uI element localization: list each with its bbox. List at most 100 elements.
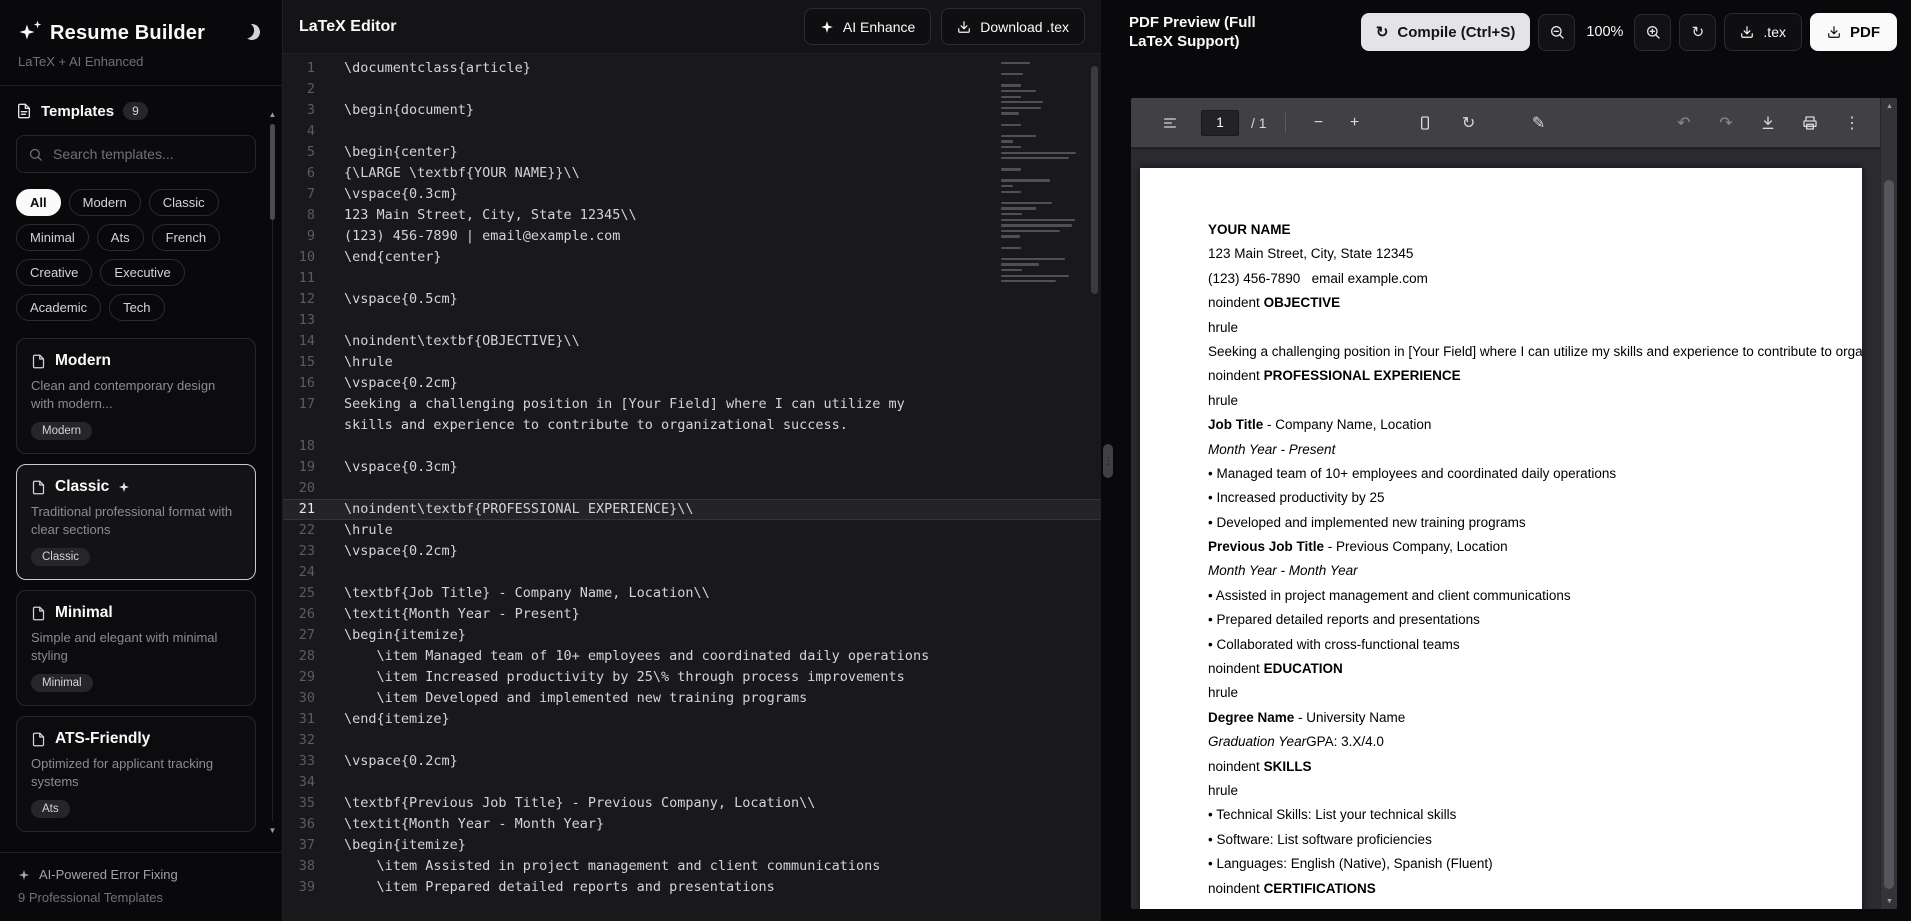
editor-row[interactable]: 38 \item Assisted in project management …: [283, 856, 1101, 877]
line-number: 9: [283, 226, 327, 247]
panel-resize-handle[interactable]: ⋮: [1103, 444, 1113, 478]
editor-row[interactable]: 28 \item Managed team of 10+ employees a…: [283, 646, 1101, 667]
line-number: 15: [283, 352, 327, 373]
viewer-zoom-in-button[interactable]: +: [1340, 108, 1370, 138]
editor-row[interactable]: 39 \item Prepared detailed reports and p…: [283, 877, 1101, 898]
scrollbar-thumb[interactable]: [1091, 66, 1098, 294]
editor-row[interactable]: 32: [283, 730, 1101, 751]
scroll-up-arrow-icon[interactable]: ▲: [1881, 103, 1897, 110]
filter-chip-tech[interactable]: Tech: [109, 294, 164, 321]
editor-row[interactable]: 12\vspace{0.5cm}: [283, 289, 1101, 310]
editor-row[interactable]: 30 \item Developed and implemented new t…: [283, 688, 1101, 709]
fit-page-icon: [1417, 115, 1433, 131]
editor-row[interactable]: 23\vspace{0.2cm}: [283, 541, 1101, 562]
filter-chip-minimal[interactable]: Minimal: [16, 224, 89, 251]
line-number: 33: [283, 751, 327, 772]
print-icon: [1802, 115, 1818, 131]
ai-enhance-button[interactable]: AI Enhance: [804, 8, 931, 45]
sidebar-toggle-button[interactable]: [1155, 108, 1185, 138]
theme-toggle-button[interactable]: [240, 20, 264, 47]
editor-row[interactable]: 33\vspace{0.2cm}: [283, 751, 1101, 772]
scrollbar-thumb[interactable]: [270, 124, 275, 220]
filter-chip-academic[interactable]: Academic: [16, 294, 101, 321]
refresh-button[interactable]: ↻: [1679, 14, 1716, 51]
page-number-input[interactable]: [1201, 110, 1239, 136]
scrollbar-thumb[interactable]: [1884, 180, 1894, 889]
rotate-button[interactable]: ↻: [1454, 108, 1484, 138]
filter-chip-ats[interactable]: Ats: [97, 224, 144, 251]
editor-row[interactable]: 1\documentclass{article}: [283, 58, 1101, 79]
editor-row[interactable]: 13: [283, 310, 1101, 331]
editor-row[interactable]: 15\hrule: [283, 352, 1101, 373]
filter-chip-all[interactable]: All: [16, 189, 61, 216]
editor-row[interactable]: 34: [283, 772, 1101, 793]
template-card-minimal[interactable]: MinimalSimple and elegant with minimal s…: [16, 590, 256, 706]
template-card-classic[interactable]: ClassicTraditional professional format w…: [16, 464, 256, 580]
magnifier-minus-icon: [1549, 24, 1565, 40]
editor-row[interactable]: skills and experience to contribute to o…: [283, 415, 1101, 436]
editor-row[interactable]: 31\end{itemize}: [283, 709, 1101, 730]
scroll-down-arrow-icon[interactable]: ▼: [266, 826, 279, 835]
scrollbar-track[interactable]: [272, 124, 273, 821]
sidebar-scrollbar[interactable]: ▲ ▼: [266, 110, 279, 835]
search-input[interactable]: [51, 145, 244, 163]
filter-chip-classic[interactable]: Classic: [149, 189, 219, 216]
editor-row[interactable]: 2: [283, 79, 1101, 100]
editor-row[interactable]: 21\noindent\textbf{PROFESSIONAL EXPERIEN…: [283, 499, 1101, 520]
editor-row[interactable]: 8123 Main Street, City, State 12345\\: [283, 205, 1101, 226]
editor-scrollbar[interactable]: [1091, 64, 1098, 911]
editor-row[interactable]: 19\vspace{0.3cm}: [283, 457, 1101, 478]
pdf-scrollbar[interactable]: ▲ ▼: [1880, 98, 1897, 909]
editor-row[interactable]: 5\begin{center}: [283, 142, 1101, 163]
pdf-line: hrule: [1208, 389, 1862, 413]
editor-row[interactable]: 35\textbf{Previous Job Title} - Previous…: [283, 793, 1101, 814]
print-button[interactable]: [1795, 108, 1825, 138]
editor-row[interactable]: 3\begin{document}: [283, 100, 1101, 121]
viewer-download-button[interactable]: [1753, 108, 1783, 138]
pdf-line: (123) 456-7890 email example.com: [1208, 267, 1862, 291]
download-tex-button[interactable]: Download .tex: [941, 8, 1085, 45]
editor-row[interactable]: 6{\LARGE \textbf{YOUR NAME}}\\: [283, 163, 1101, 184]
scroll-up-arrow-icon[interactable]: ▲: [266, 110, 279, 119]
more-options-button[interactable]: ⋮: [1837, 108, 1867, 138]
editor-row[interactable]: 14\noindent\textbf{OBJECTIVE}\\: [283, 331, 1101, 352]
editor-row[interactable]: 4: [283, 121, 1101, 142]
editor-row[interactable]: 7\vspace{0.3cm}: [283, 184, 1101, 205]
compile-button[interactable]: ↻ Compile (Ctrl+S): [1361, 13, 1531, 51]
undo-button[interactable]: ↶: [1669, 108, 1699, 138]
download-tex-file-button[interactable]: .tex: [1724, 13, 1802, 51]
redo-button[interactable]: ↷: [1711, 108, 1741, 138]
template-card-modern[interactable]: ModernClean and contemporary design with…: [16, 338, 256, 454]
editor-row[interactable]: 37\begin{itemize}: [283, 835, 1101, 856]
editor-row[interactable]: 25\textbf{Job Title} - Company Name, Loc…: [283, 583, 1101, 604]
editor-minimap[interactable]: [1001, 62, 1083, 282]
editor-row[interactable]: 27\begin{itemize}: [283, 625, 1101, 646]
fit-page-button[interactable]: [1410, 108, 1440, 138]
zoom-in-button[interactable]: [1634, 14, 1671, 51]
filter-chip-creative[interactable]: Creative: [16, 259, 92, 286]
editor-row[interactable]: 10\end{center}: [283, 247, 1101, 268]
editor-row[interactable]: 9(123) 456-7890 | email@example.com: [283, 226, 1101, 247]
code-editor[interactable]: 1\documentclass{article}23\begin{documen…: [283, 54, 1101, 921]
editor-row[interactable]: 18: [283, 436, 1101, 457]
line-number: 5: [283, 142, 327, 163]
filter-chip-modern[interactable]: Modern: [69, 189, 141, 216]
editor-row[interactable]: 11: [283, 268, 1101, 289]
filter-chip-executive[interactable]: Executive: [100, 259, 184, 286]
pdf-page-area[interactable]: YOUR NAME123 Main Street, City, State 12…: [1131, 148, 1897, 909]
zoom-out-button[interactable]: [1538, 14, 1575, 51]
draw-annotation-button[interactable]: ✎: [1524, 108, 1554, 138]
editor-row[interactable]: 16\vspace{0.2cm}: [283, 373, 1101, 394]
editor-row[interactable]: 36\textit{Month Year - Month Year}: [283, 814, 1101, 835]
viewer-zoom-out-button[interactable]: −: [1304, 108, 1334, 138]
scroll-down-arrow-icon[interactable]: ▼: [1881, 898, 1897, 905]
editor-row[interactable]: 26\textit{Month Year - Present}: [283, 604, 1101, 625]
editor-row[interactable]: 24: [283, 562, 1101, 583]
editor-row[interactable]: 20: [283, 478, 1101, 499]
download-pdf-button[interactable]: PDF: [1810, 13, 1897, 51]
editor-row[interactable]: 29 \item Increased productivity by 25\% …: [283, 667, 1101, 688]
template-card-ats-friendly[interactable]: ATS-FriendlyOptimized for applicant trac…: [16, 716, 256, 832]
editor-row[interactable]: 22\hrule: [283, 520, 1101, 541]
editor-row[interactable]: 17Seeking a challenging position in [You…: [283, 394, 1101, 415]
filter-chip-french[interactable]: French: [152, 224, 220, 251]
